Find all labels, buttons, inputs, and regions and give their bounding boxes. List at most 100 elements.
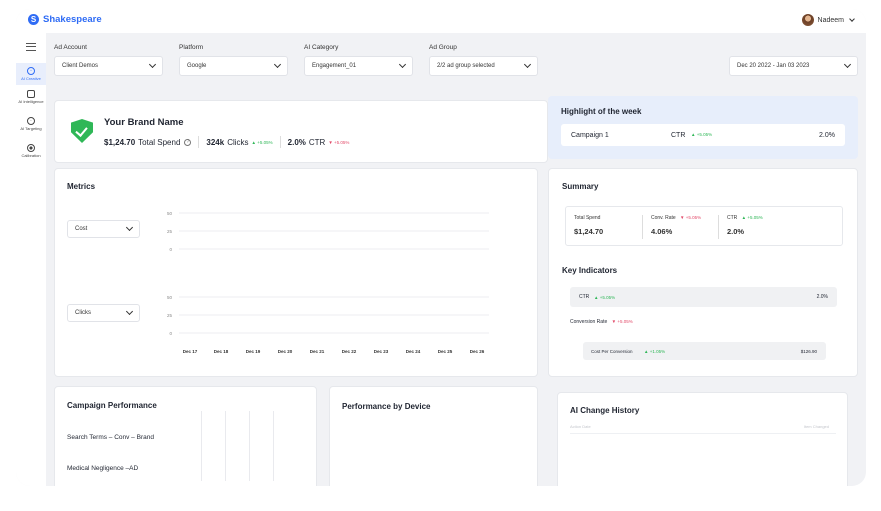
sidebar-item-label: AI Creative (21, 76, 41, 81)
filter-label-ai-category: AI Category (304, 44, 339, 51)
clicks-label: Clicks (227, 137, 249, 147)
campaign-performance-card: Campaign Performance Search Terms – Conv… (54, 386, 317, 486)
summary-conv: Conv. Rate ▼ +5.05% 4.06% (651, 215, 701, 236)
ai-change-history-card: AI Change History Action Date Item Chang… (557, 392, 848, 486)
highlight-card: Highlight of the week Campaign 1 CTR ▲ +… (548, 96, 858, 159)
user-menu[interactable]: Nadeem (801, 14, 855, 26)
grid-divider (273, 411, 274, 481)
indicator-conv-label: Conversion Rate (570, 319, 608, 325)
campaign-row[interactable]: Search Terms – Conv – Brand (67, 434, 154, 441)
ctr-label: CTR (308, 137, 326, 147)
summary-ctr: CTR ▲ +5.05% 2.0% (727, 215, 763, 236)
sidebar-item-label: Calibration (21, 153, 41, 158)
platform-select[interactable]: Google (179, 56, 288, 76)
divider (642, 215, 643, 239)
crosshair-icon: · (27, 117, 35, 125)
y-tick: 50 (167, 295, 173, 300)
summary-conv-label: Conv. Rate (651, 215, 676, 221)
logo[interactable]: S Shakespeare (28, 14, 102, 25)
ctr-value: 2.0% (287, 137, 306, 147)
indicator-cpc-change: ▲ +1.05% (644, 348, 666, 354)
spend-value: $1,24.70 (104, 137, 136, 147)
highlight-value: 2.0% (819, 131, 835, 139)
ad-account-value: Client Demos (62, 63, 99, 69)
grid-divider (201, 411, 202, 481)
chevron-down-icon (523, 60, 532, 69)
summary-spend: Total Spend $1,24.70 (574, 215, 603, 236)
summary-title: Summary (562, 182, 599, 191)
date-range-value: Dec 20 2022 - Jan 03 2023 (737, 63, 810, 69)
ai-history-col-date: Action Date (570, 424, 591, 429)
logo-icon: S (28, 14, 39, 25)
summary-conv-value: 4.06% (651, 227, 673, 236)
chevron-down-icon (148, 60, 157, 69)
y-tick: 0 (169, 247, 172, 252)
indicator-ctr[interactable]: CTR ▲ +5.05% 2.0% (570, 287, 837, 307)
date-range-picker[interactable]: Dec 20 2022 - Jan 03 2023 (729, 56, 858, 76)
chevron-down-icon (273, 60, 282, 69)
sidebar-item-calibration[interactable]: Calibration (16, 144, 46, 158)
y-tick: 50 (167, 211, 173, 216)
avatar (801, 14, 814, 26)
indicator-ctr-value: 2.0% (816, 294, 828, 300)
divider (718, 215, 719, 239)
ad-group-value: 2/2 ad group selected (437, 63, 495, 69)
highlight-metric: CTR (671, 131, 686, 139)
summary-ctr-change: ▲ +5.05% (741, 215, 763, 220)
key-indicators-title: Key Indicators (562, 266, 618, 275)
sidebar-item-ai-targeting[interactable]: · AI Targeting (16, 117, 46, 131)
divider (570, 433, 836, 434)
sidebar-item-ai-intelligence[interactable]: AI Intelligence (16, 90, 46, 104)
grid-divider (225, 411, 226, 481)
x-tick: Dec 19 (246, 349, 261, 354)
brand-name: Your Brand Name (104, 117, 184, 128)
brand-kpis: $1,24.70 Total Spend ? 324k Clicks ▲ +5.… (104, 136, 349, 148)
indicator-cpc-value: $126.90 (800, 348, 817, 354)
ai-history-col-item: Item Changed (803, 424, 829, 429)
clicks-change: ▲ +5.05% (251, 139, 273, 145)
summary-conv-change: ▼ +5.05% (680, 215, 702, 220)
ad-group-select[interactable]: 2/2 ad group selected (429, 56, 538, 76)
x-tick: Dec 23 (374, 349, 389, 354)
x-tick: Dec 25 (438, 349, 453, 354)
help-icon[interactable]: ? (184, 138, 192, 146)
campaign-performance-title: Campaign Performance (67, 401, 157, 410)
ai-chip-icon (27, 90, 35, 98)
ad-account-select[interactable]: Client Demos (54, 56, 163, 76)
highlight-title: Highlight of the week (561, 107, 642, 116)
x-tick: Dec 20 (278, 349, 293, 354)
ai-category-select[interactable]: Engagement_01 (304, 56, 413, 76)
divider (198, 136, 200, 148)
summary-ctr-value: 2.0% (727, 227, 745, 236)
ctr-change: ▼ +5.05% (328, 139, 350, 145)
sidebar-item-ai-creative[interactable]: ◦ AI Creative (16, 67, 46, 81)
highlight-row[interactable]: Campaign 1 CTR ▲ +5.05% 2.0% (561, 124, 845, 146)
x-tick: Dec 17 (183, 349, 198, 354)
top-bar: S Shakespeare Nadeem (16, 9, 866, 33)
x-tick: Dec 18 (214, 349, 229, 354)
indicator-cpc[interactable]: Cost Per Conversion ▲ +1.05% $126.90 (583, 342, 826, 360)
spend-label: Total Spend (138, 137, 181, 147)
app-window: S Shakespeare Nadeem ◦ AI Creative AI In… (16, 9, 866, 486)
campaign-row[interactable]: Medical Negligence –AD (67, 465, 138, 472)
divider (279, 136, 281, 148)
filter-label-ad-group: Ad Group (429, 44, 457, 51)
hamburger-menu-icon[interactable] (26, 43, 36, 51)
x-tick: Dec 24 (406, 349, 421, 354)
sidebar-item-label: AI Targeting (20, 126, 42, 131)
x-tick: Dec 26 (470, 349, 485, 354)
sidebar-item-label: AI Intelligence (18, 99, 44, 104)
shield-check-icon (71, 119, 93, 143)
chevron-down-icon (849, 16, 855, 22)
x-tick: Dec 22 (342, 349, 357, 354)
brand-card: Your Brand Name $1,24.70 Total Spend ? 3… (54, 100, 548, 163)
device-title: Performance by Device (342, 402, 431, 411)
y-tick: 0 (169, 331, 172, 336)
summary-spend-label: Total Spend (574, 215, 601, 221)
device-card: Performance by Device (329, 386, 538, 486)
summary-ctr-label: CTR (727, 215, 738, 221)
app-name: Shakespeare (43, 14, 102, 25)
y-tick: 25 (167, 229, 173, 234)
indicator-ctr-change: ▲ +5.05% (594, 294, 616, 300)
indicator-conv[interactable]: Conversion Rate ▼ +5.05% (570, 319, 633, 325)
